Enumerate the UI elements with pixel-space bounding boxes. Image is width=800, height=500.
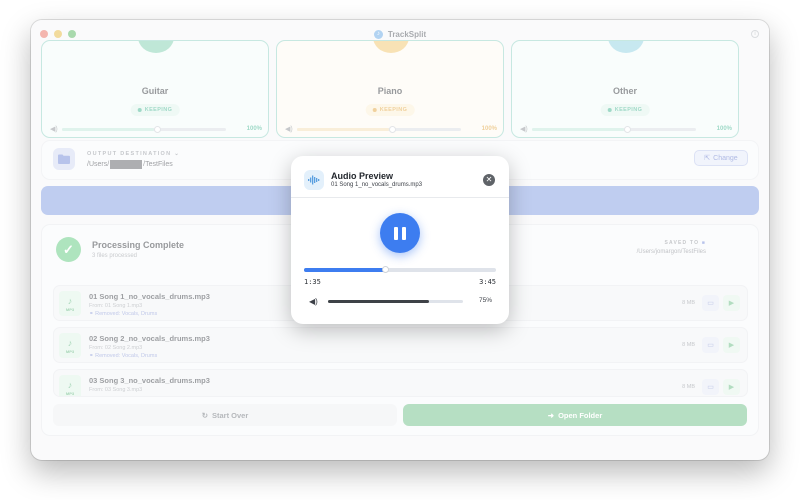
- pause-button[interactable]: [380, 213, 420, 253]
- waveform-icon: [304, 170, 324, 190]
- dialog-file-name: 01 Song 1_no_vocals_drums.mp3: [331, 182, 423, 188]
- current-time: 1:35: [304, 278, 321, 286]
- playback-progress-slider[interactable]: [304, 266, 496, 273]
- pause-icon: [394, 226, 398, 240]
- pause-icon: [402, 226, 406, 240]
- preview-volume-fill: [328, 300, 430, 303]
- playback-progress-fill: [304, 268, 385, 272]
- preview-volume-slider[interactable]: [328, 300, 463, 303]
- audio-preview-dialog: Audio Preview 01 Song 1_no_vocals_drums.…: [291, 156, 509, 324]
- dialog-header: Audio Preview 01 Song 1_no_vocals_drums.…: [291, 156, 509, 198]
- preview-volume-percent: 75%: [478, 297, 492, 304]
- dialog-title: Audio Preview: [331, 171, 394, 181]
- playback-progress-knob[interactable]: [381, 266, 389, 273]
- close-icon[interactable]: ✕: [483, 174, 495, 186]
- speaker-icon: ◀): [309, 297, 318, 306]
- total-time: 3:45: [479, 278, 496, 286]
